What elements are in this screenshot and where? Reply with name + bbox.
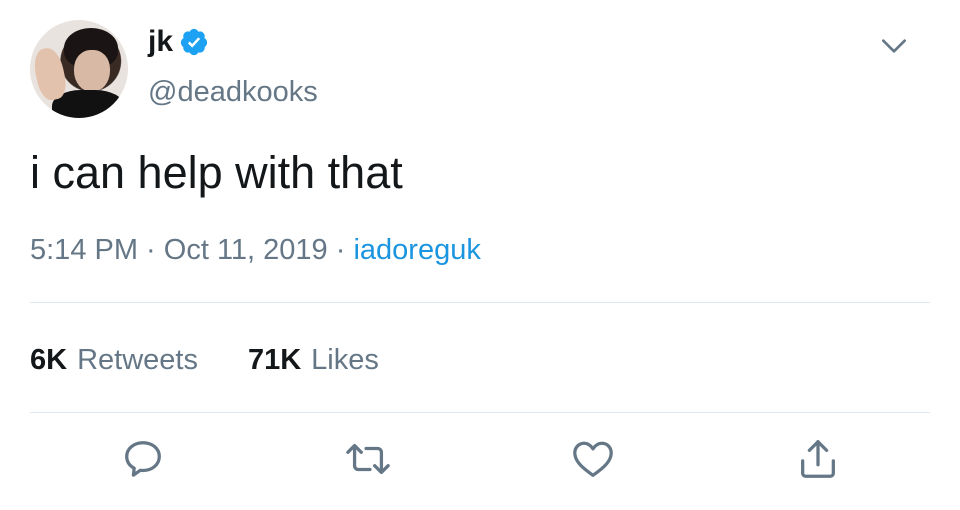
tweet-source-link[interactable]: iadoreguk <box>353 234 480 266</box>
tweet-text: i can help with that <box>30 147 403 198</box>
share-icon[interactable] <box>795 436 841 482</box>
chevron-down-icon[interactable] <box>878 30 910 62</box>
tweet-meta: 5:14 PM · Oct 11, 2019 · iadoreguk <box>30 230 481 270</box>
heart-icon[interactable] <box>570 436 616 482</box>
verified-badge-icon <box>180 28 208 56</box>
meta-separator: · <box>138 234 164 266</box>
tweet-stats: 6K Retweets 71K Likes <box>30 340 379 380</box>
retweets-label: Retweets <box>77 344 198 376</box>
likes-stat[interactable]: 71K Likes <box>248 340 379 380</box>
user-display-name[interactable]: jk <box>148 24 173 60</box>
divider <box>30 302 930 303</box>
likes-label: Likes <box>311 344 379 376</box>
reply-icon[interactable] <box>120 436 166 482</box>
user-name-row[interactable]: jk <box>148 24 209 60</box>
likes-count: 71K <box>247 344 302 376</box>
tweet-date[interactable]: Oct 11, 2019 <box>164 234 328 266</box>
avatar-face <box>74 50 110 92</box>
retweets-stat[interactable]: 6K Retweets <box>30 340 198 380</box>
avatar[interactable] <box>30 20 128 118</box>
retweet-icon[interactable] <box>345 436 391 482</box>
divider <box>30 412 930 413</box>
tweet-time[interactable]: 5:14 PM <box>30 234 138 266</box>
meta-separator: · <box>327 234 354 266</box>
user-handle[interactable]: @deadkooks <box>148 74 318 110</box>
retweets-count: 6K <box>30 344 68 376</box>
